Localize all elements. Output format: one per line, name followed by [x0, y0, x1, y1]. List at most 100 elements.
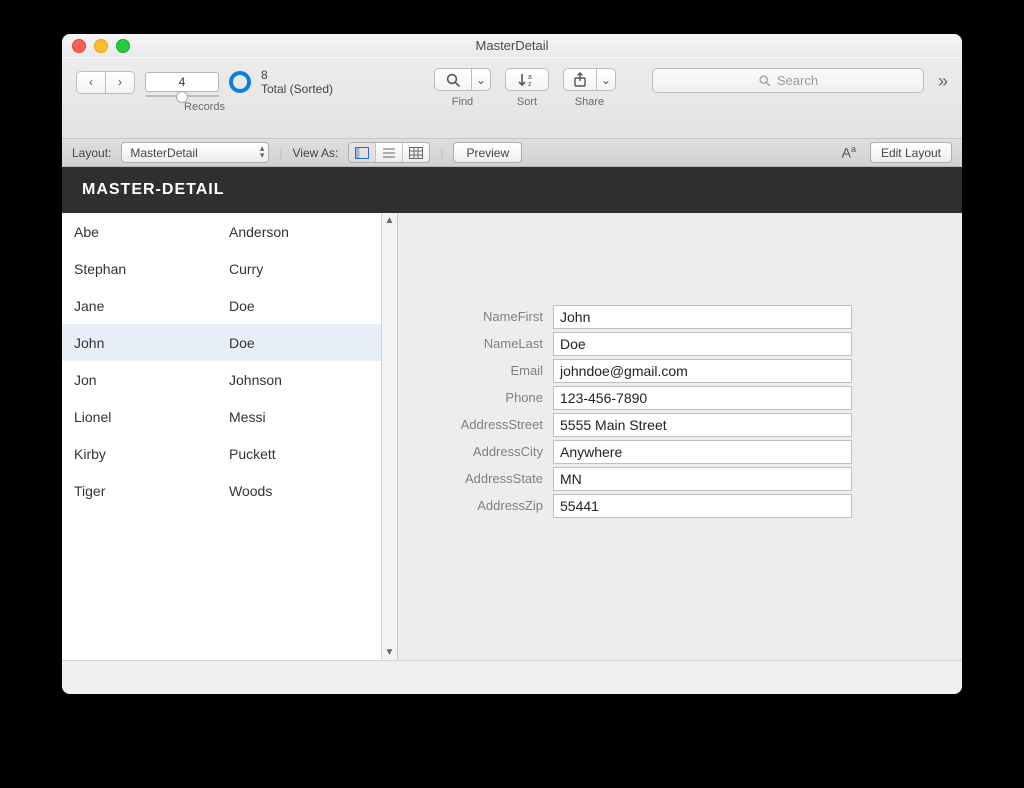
search-placeholder: Search: [777, 73, 818, 88]
detail-field-label: AddressCity: [408, 444, 543, 459]
detail-field-label: AddressZip: [408, 498, 543, 513]
view-form-button[interactable]: [349, 143, 376, 162]
share-caption: Share: [575, 96, 604, 108]
master-row[interactable]: AbeAnderson: [62, 213, 381, 250]
master-last-name: Puckett: [229, 446, 381, 462]
layout-label: Layout:: [72, 146, 111, 160]
share-menu-button[interactable]: ⌄: [597, 69, 615, 90]
master-panel: AbeAndersonStephanCurryJaneDoeJohnDoeJon…: [62, 213, 398, 660]
scroll-up-icon: ▲: [385, 215, 395, 226]
detail-field-row: Phone 123-456-7890: [408, 384, 932, 411]
layout-header-title: MASTER-DETAIL: [82, 181, 224, 199]
record-total-count: 8: [261, 68, 333, 82]
master-scrollbar[interactable]: ▲ ▼: [381, 213, 397, 660]
scroll-down-icon: ▼: [385, 647, 395, 658]
list-view-icon: [382, 147, 396, 159]
find-menu-button[interactable]: ⌄: [472, 69, 490, 90]
detail-field-row: AddressStreet 5555 Main Street: [408, 411, 932, 438]
edit-layout-button[interactable]: Edit Layout: [870, 142, 952, 163]
master-row[interactable]: TigerWoods: [62, 472, 381, 509]
detail-field-value[interactable]: MN: [553, 467, 852, 491]
svg-text:a: a: [528, 74, 532, 81]
share-icon: [572, 72, 588, 88]
formatting-button[interactable]: Aa: [838, 144, 860, 161]
find-button[interactable]: ⌄: [434, 68, 491, 91]
window-footer: [62, 660, 962, 694]
search-icon: [445, 72, 461, 88]
detail-field-label: NameFirst: [408, 309, 543, 324]
master-row[interactable]: JonJohnson: [62, 361, 381, 398]
record-total-label: Total (Sorted): [261, 82, 333, 96]
updown-icon: ▴▾: [260, 145, 265, 159]
prev-record-button[interactable]: ‹: [77, 72, 106, 93]
master-first-name: Lionel: [62, 409, 229, 425]
view-table-button[interactable]: [403, 143, 429, 162]
layout-dropdown[interactable]: MasterDetail ▴▾: [121, 142, 269, 163]
detail-field-row: AddressState MN: [408, 465, 932, 492]
detail-field-value[interactable]: Anywhere: [553, 440, 852, 464]
master-row[interactable]: LionelMessi: [62, 398, 381, 435]
layout-bar: Layout: MasterDetail ▴▾ | View As: | Pre…: [62, 139, 962, 167]
detail-panel: NameFirst John NameLast Doe Email johndoe@gma…: [398, 213, 962, 660]
toolbar-overflow-button[interactable]: »: [938, 68, 948, 92]
master-first-name: Kirby: [62, 446, 229, 462]
titlebar: MasterDetail: [62, 34, 962, 58]
window-title: MasterDetail: [62, 38, 962, 53]
detail-field-row: AddressZip 55441: [408, 492, 932, 519]
detail-field-value[interactable]: John: [553, 305, 852, 329]
sort-icon: a z: [517, 72, 537, 88]
master-first-name: Jane: [62, 298, 229, 314]
master-first-name: Abe: [62, 224, 229, 240]
sort-group: a z Sort: [505, 68, 549, 108]
share-button[interactable]: ⌄: [563, 68, 616, 91]
master-last-name: Messi: [229, 409, 381, 425]
records-caption: Records: [184, 101, 225, 113]
master-last-name: Johnson: [229, 372, 381, 388]
detail-field-value[interactable]: 55441: [553, 494, 852, 518]
detail-field-label: Email: [408, 363, 543, 378]
record-slider[interactable]: [145, 92, 219, 100]
record-number-field[interactable]: 4: [145, 72, 219, 92]
next-record-button[interactable]: ›: [106, 72, 134, 93]
master-row[interactable]: JohnDoe: [62, 324, 381, 361]
master-row[interactable]: JaneDoe: [62, 287, 381, 324]
svg-text:z: z: [528, 81, 532, 88]
chevron-down-icon: ⌄: [601, 73, 611, 87]
detail-field-value[interactable]: 5555 Main Street: [553, 413, 852, 437]
table-view-icon: [409, 147, 423, 159]
search-field[interactable]: Search: [652, 68, 924, 93]
form-view-icon: [355, 147, 369, 159]
nav-segment: ‹ ›: [76, 71, 135, 94]
detail-field-value[interactable]: 123-456-7890: [553, 386, 852, 410]
layout-header: MASTER-DETAIL: [62, 167, 962, 213]
record-number-value: 4: [179, 75, 186, 89]
master-first-name: John: [62, 335, 229, 351]
master-row[interactable]: KirbyPuckett: [62, 435, 381, 472]
chevron-right-icon: ›: [118, 75, 122, 89]
preview-button[interactable]: Preview: [453, 142, 522, 163]
master-last-name: Doe: [229, 335, 381, 351]
chevron-left-icon: ‹: [89, 75, 93, 89]
view-list-button[interactable]: [376, 143, 403, 162]
app-window: MasterDetail ‹ › 4: [62, 34, 962, 694]
master-last-name: Anderson: [229, 224, 381, 240]
detail-field-value[interactable]: johndoe@gmail.com: [553, 359, 852, 383]
detail-field-label: NameLast: [408, 336, 543, 351]
toolbar: ‹ › 4 8 Total (Sorted) Recor: [62, 58, 962, 139]
detail-field-row: AddressCity Anywhere: [408, 438, 932, 465]
detail-field-label: AddressState: [408, 471, 543, 486]
search-group: Search: [652, 68, 924, 110]
find-caption: Find: [452, 96, 473, 108]
detail-field-value[interactable]: Doe: [553, 332, 852, 356]
detail-field-label: AddressStreet: [408, 417, 543, 432]
find-group: ⌄ Find: [434, 68, 491, 108]
master-row[interactable]: StephanCurry: [62, 250, 381, 287]
search-icon: [758, 74, 771, 87]
sort-caption: Sort: [517, 96, 537, 108]
records-group: ‹ › 4 8 Total (Sorted) Recor: [76, 68, 333, 113]
master-list: AbeAndersonStephanCurryJaneDoeJohnDoeJon…: [62, 213, 381, 660]
detail-field-label: Phone: [408, 390, 543, 405]
record-count: 8 Total (Sorted): [261, 68, 333, 96]
sort-button[interactable]: a z: [505, 68, 549, 91]
master-last-name: Doe: [229, 298, 381, 314]
